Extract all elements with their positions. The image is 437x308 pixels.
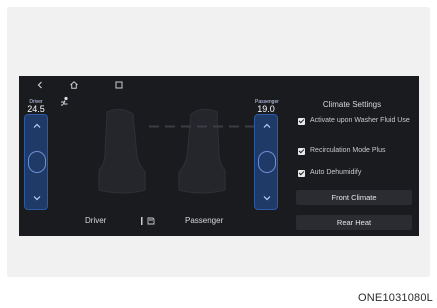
figure-code: ONE1031080L: [358, 292, 433, 304]
top-bar: [19, 76, 419, 94]
home-icon[interactable]: [69, 80, 79, 90]
checkbox-checked-icon[interactable]: [298, 118, 305, 125]
seat-illustration: [77, 100, 255, 204]
driver-temp-value: 24.5: [27, 104, 45, 114]
temp-up-icon[interactable]: [262, 121, 272, 131]
temp-down-icon[interactable]: [262, 193, 272, 203]
sync-icon[interactable]: [139, 215, 159, 227]
menu-icon[interactable]: [114, 80, 124, 90]
page: Driver 24.5 Passenger 19.0 Driver Passen…: [0, 0, 437, 308]
passenger-temp-value: 19.0: [257, 104, 275, 114]
option-label: Activate upon Washer Fluid Use: [310, 117, 410, 124]
driver-tab[interactable]: Driver: [85, 216, 106, 225]
option-label: Recirculation Mode Plus: [310, 147, 386, 154]
climate-screen: Driver 24.5 Passenger 19.0 Driver Passen…: [19, 76, 419, 236]
passenger-seat-icon: [178, 108, 226, 194]
checkbox-checked-icon[interactable]: [298, 170, 305, 177]
passenger-temp-control[interactable]: [254, 114, 278, 210]
back-arrow-icon[interactable]: [35, 80, 45, 90]
front-climate-button[interactable]: Front Climate: [296, 190, 412, 205]
driver-temp-control[interactable]: [24, 114, 48, 210]
climate-settings-panel: Climate Settings Activate upon Washer Fl…: [292, 98, 412, 230]
fan-level-indicator: [149, 125, 255, 128]
passenger-tab[interactable]: Passenger: [185, 216, 223, 225]
rear-heat-button[interactable]: Rear Heat: [296, 215, 412, 230]
temp-up-icon[interactable]: [32, 121, 42, 131]
airflow-mode-icon[interactable]: [59, 96, 72, 108]
temp-down-icon[interactable]: [32, 193, 42, 203]
temp-slider-knob[interactable]: [28, 151, 46, 173]
panel-title: Climate Settings: [322, 100, 382, 109]
checkbox-checked-icon[interactable]: [298, 148, 305, 155]
temp-slider-knob[interactable]: [258, 151, 276, 173]
option-label: Auto Dehumidify: [310, 169, 362, 176]
driver-seat-icon: [98, 108, 146, 194]
